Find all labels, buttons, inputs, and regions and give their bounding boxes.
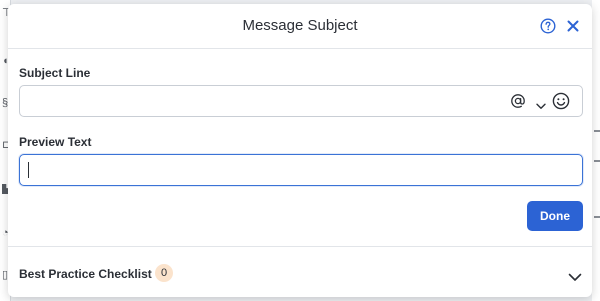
subject-line-label: Subject Line <box>19 66 91 80</box>
preview-text-input[interactable] <box>28 160 568 180</box>
subject-line-input[interactable] <box>28 91 498 111</box>
close-icon[interactable] <box>566 19 580 33</box>
checklist-count-badge: 0 <box>155 264 173 282</box>
background-mark <box>594 216 600 218</box>
best-practice-checklist-toggle[interactable]: Best Practice Checklist 0 <box>8 247 592 297</box>
modal-header: Message Subject <box>8 4 592 49</box>
chevron-down-icon[interactable] <box>536 97 546 109</box>
help-circle-icon[interactable] <box>540 18 556 34</box>
done-button[interactable]: Done <box>527 201 583 231</box>
chevron-down-icon-graphic <box>536 103 546 109</box>
emoji-icon[interactable] <box>552 92 570 110</box>
emoji-icon-graphic <box>552 92 570 110</box>
help-circle-icon-graphic <box>540 18 556 34</box>
at-icon[interactable] <box>510 93 526 109</box>
expand-chevron-graphic <box>568 273 582 281</box>
close-icon-graphic <box>567 20 579 32</box>
background-right-panel <box>592 0 600 301</box>
text-cursor <box>28 162 29 178</box>
preview-text-label: Preview Text <box>19 135 92 149</box>
modal-title: Message Subject <box>242 17 358 34</box>
background-mark <box>594 130 600 132</box>
at-icon-graphic <box>511 94 525 108</box>
subject-line-field <box>19 85 583 117</box>
checklist-label: Best Practice Checklist <box>19 267 152 281</box>
chevron-down-icon[interactable] <box>568 269 582 281</box>
preview-text-field <box>19 154 583 186</box>
message-subject-modal: Message Subject Subject Line Preview Tex… <box>8 4 592 297</box>
background-mark <box>594 160 600 162</box>
